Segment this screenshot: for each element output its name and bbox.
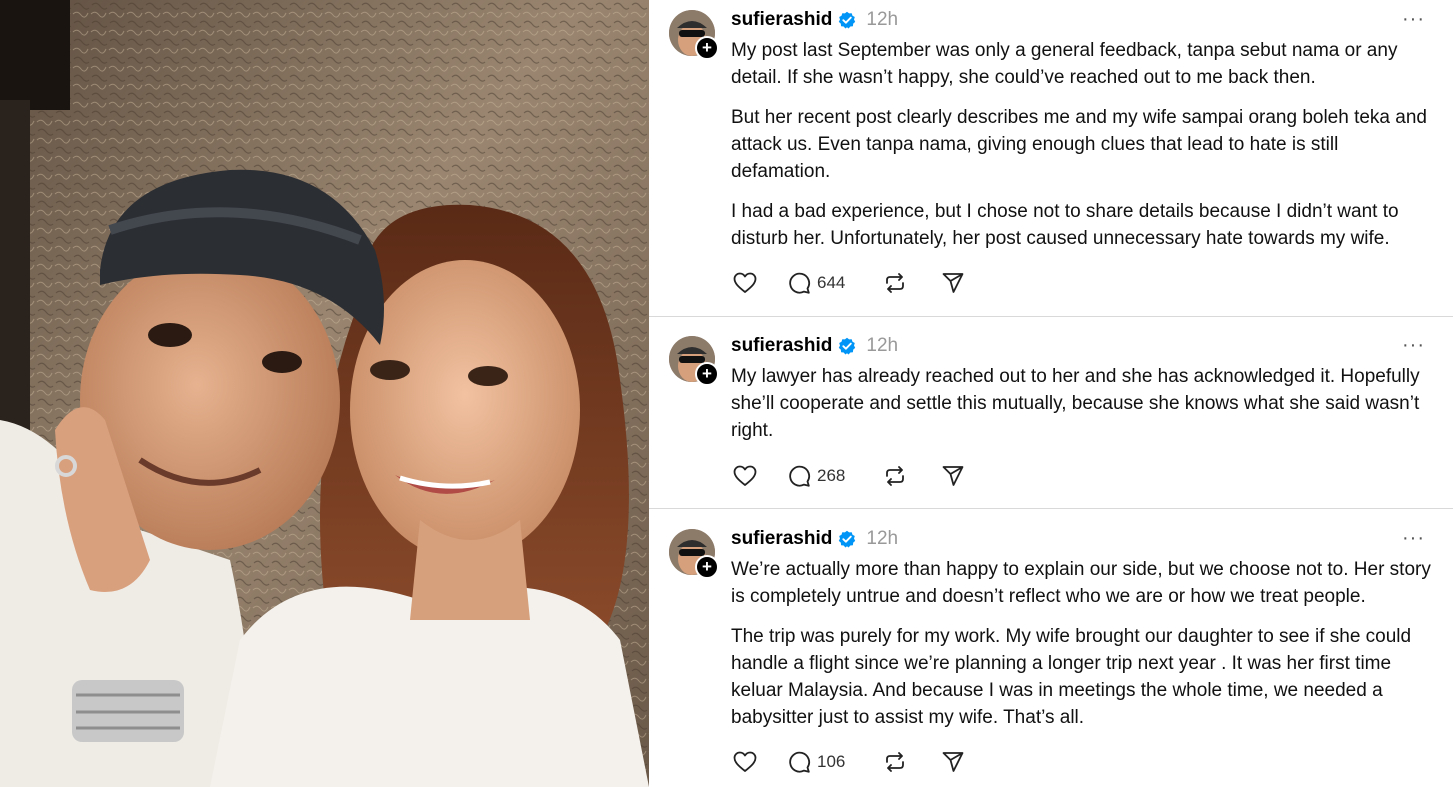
comment-button[interactable]: 268	[787, 464, 883, 488]
reply-count: 644	[817, 273, 846, 292]
repost-button[interactable]	[883, 271, 941, 295]
heart-icon	[733, 272, 757, 293]
thread-post: + sufierashid 12h ··· We’re actually mor…	[649, 509, 1453, 787]
share-icon	[942, 273, 964, 293]
more-icon[interactable]: ···	[1402, 335, 1425, 355]
post-header: sufierashid 12h	[731, 527, 898, 551]
repost-button[interactable]	[883, 750, 941, 774]
comment-icon	[789, 751, 811, 773]
share-button[interactable]	[941, 750, 965, 774]
comment-button[interactable]: 106	[787, 750, 883, 774]
post-actions: 106	[733, 749, 965, 775]
reply-count: 106	[817, 752, 846, 771]
post-paragraph: But her recent post clearly describes me…	[731, 107, 1427, 182]
username[interactable]: sufierashid	[731, 335, 832, 357]
avatar[interactable]: +	[669, 336, 719, 386]
like-button[interactable]	[733, 465, 787, 487]
post-photo[interactable]	[0, 0, 649, 787]
comment-icon	[789, 272, 811, 294]
verified-badge-icon	[839, 11, 856, 29]
post-time: 12h	[866, 335, 899, 356]
post-header: sufierashid 12h	[731, 8, 898, 32]
repost-button[interactable]	[883, 464, 941, 488]
post-time: 12h	[866, 9, 899, 30]
post-body: My lawyer has already reached out to her…	[731, 363, 1431, 457]
thread-post: + sufierashid 12h ··· My post last Septe…	[649, 0, 1453, 316]
share-button[interactable]	[941, 464, 965, 488]
heart-icon	[733, 751, 757, 772]
more-icon[interactable]: ···	[1402, 528, 1425, 548]
selfie-image	[0, 0, 649, 787]
repost-icon	[886, 752, 904, 772]
username[interactable]: sufierashid	[731, 9, 832, 31]
heart-icon	[733, 465, 757, 486]
avatar[interactable]: +	[669, 529, 719, 579]
post-body: We’re actually more than happy to explai…	[731, 556, 1431, 744]
follow-plus-icon[interactable]: +	[695, 362, 719, 386]
share-icon	[942, 752, 964, 772]
post-time: 12h	[866, 528, 899, 549]
post-body: My post last September was only a genera…	[731, 37, 1431, 265]
post-paragraph: My post last September was only a genera…	[731, 40, 1398, 88]
share-icon	[942, 466, 964, 486]
repost-icon	[886, 466, 904, 486]
avatar[interactable]: +	[669, 10, 719, 60]
verified-badge-icon	[839, 337, 856, 355]
follow-plus-icon[interactable]: +	[695, 36, 719, 60]
post-actions: 644	[733, 270, 965, 296]
reply-count: 268	[817, 466, 846, 485]
username[interactable]: sufierashid	[731, 528, 832, 550]
more-icon[interactable]: ···	[1402, 9, 1425, 29]
verified-badge-icon	[839, 530, 856, 548]
comment-icon	[789, 465, 811, 487]
share-button[interactable]	[941, 271, 965, 295]
thread-post: + sufierashid 12h ··· My lawyer has alre…	[649, 317, 1453, 508]
repost-icon	[886, 273, 904, 293]
post-actions: 268	[733, 463, 965, 489]
like-button[interactable]	[733, 272, 787, 294]
follow-plus-icon[interactable]: +	[695, 555, 719, 579]
post-paragraph: The trip was purely for my work. My wife…	[731, 626, 1412, 728]
post-paragraph: I had a bad experience, but I chose not …	[731, 201, 1399, 249]
post-header: sufierashid 12h	[731, 334, 898, 358]
like-button[interactable]	[733, 751, 787, 773]
thread-list: + sufierashid 12h ··· My post last Septe…	[649, 0, 1453, 787]
post-paragraph: We’re actually more than happy to explai…	[731, 559, 1431, 607]
comment-button[interactable]: 644	[787, 271, 883, 295]
post-paragraph: My lawyer has already reached out to her…	[731, 366, 1420, 441]
